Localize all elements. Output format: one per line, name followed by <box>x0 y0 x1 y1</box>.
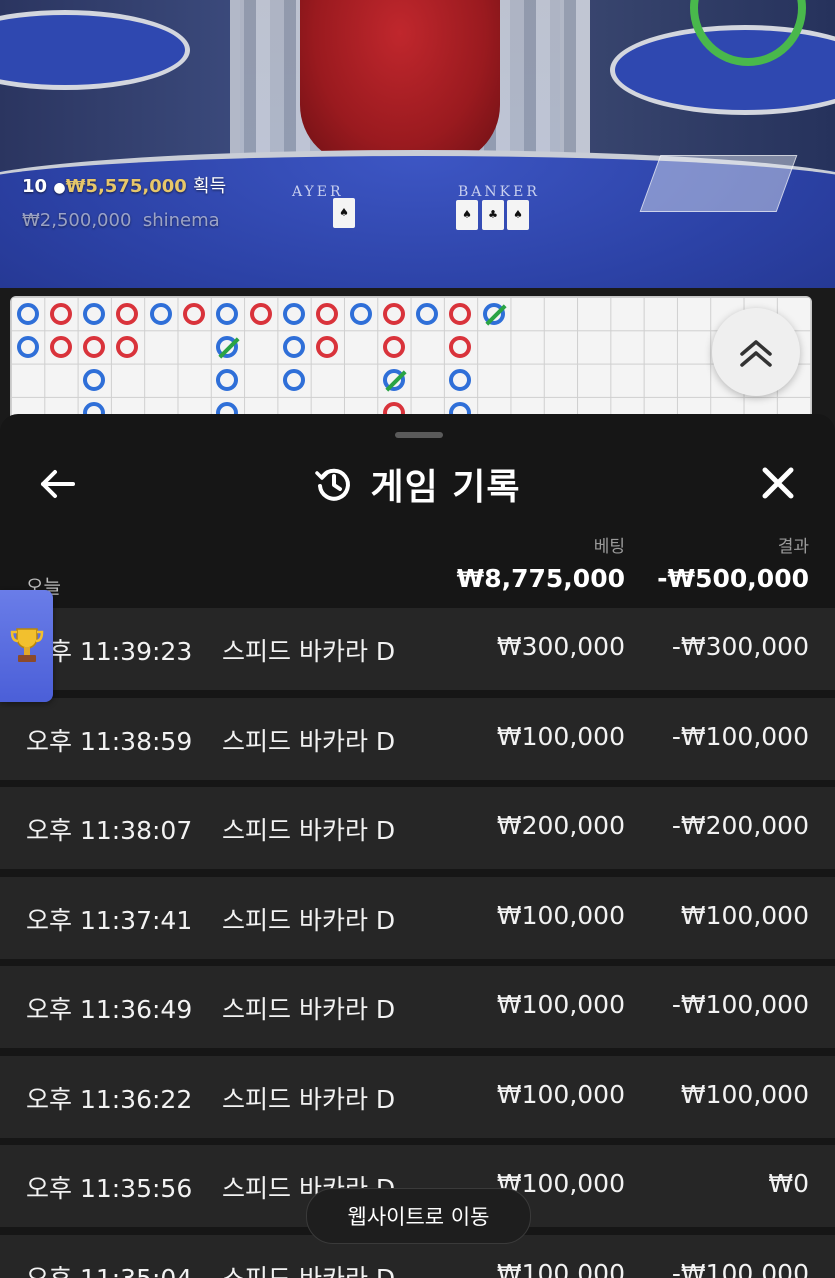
roadmap-bead-player <box>16 302 39 325</box>
win-suffix: 획득 <box>193 176 227 197</box>
dealer <box>300 0 500 165</box>
column-header-result: 결과 <box>777 537 809 557</box>
row-time: 오후 11:36:22 <box>26 1084 193 1114</box>
history-row[interactable]: 오후 11:36:22 스피드 바카라 D ₩100,000 ₩100,000 <box>0 1055 835 1138</box>
row-result: -₩100,000 <box>671 721 809 751</box>
daily-result-total: -₩500,000 <box>657 564 809 593</box>
roadmap-bead-player <box>349 302 372 325</box>
tie-mark <box>385 370 407 392</box>
trophy-tab-button[interactable] <box>0 590 53 702</box>
playing-card: ♠ <box>333 198 355 228</box>
history-row[interactable]: 오후 11:39:23 스피드 바카라 D ₩300,000 -₩300,000 <box>0 608 835 690</box>
page-title: 게임 기록 <box>370 467 521 508</box>
roadmap-bead-banker <box>382 335 405 358</box>
roadmap-bead-banker <box>449 335 472 358</box>
row-result: ₩100,000 <box>680 1079 809 1109</box>
roadmap-bead-player <box>83 302 106 325</box>
roadmap-bead-banker <box>183 302 205 325</box>
roadmap-bead-player <box>16 335 39 358</box>
column-header-bet: 베팅 <box>593 537 625 557</box>
playing-card: ♣ <box>482 200 504 230</box>
roadmap-bead-banker <box>116 335 139 358</box>
tie-mark <box>485 303 507 326</box>
winner-announcement: 10 ●₩5,575,000 획득 <box>22 172 226 198</box>
row-result: -₩200,000 <box>671 811 809 840</box>
row-bet: ₩100,000 <box>496 721 625 751</box>
history-row[interactable]: 오후 11:37:41 스피드 바카라 D ₩100,000 ₩100,000 <box>0 876 835 959</box>
row-result: ₩0 <box>768 1169 809 1198</box>
double-chevron-up-icon <box>740 340 772 367</box>
roadmap-bead-player <box>83 369 106 392</box>
row-time: 오후 11:36:49 <box>26 995 193 1024</box>
roadmap-bead-banker <box>316 335 339 358</box>
row-time: 오후 11:38:59 <box>26 726 193 756</box>
row-bet: ₩100,000 <box>496 1258 625 1278</box>
row-game: 스피드 바카라 D <box>222 637 396 666</box>
row-bet: ₩100,000 <box>496 1079 625 1109</box>
roadmap-bead-banker <box>83 335 106 358</box>
panel-header: 게임 기록 <box>0 454 835 514</box>
roadmap-bead-banker <box>116 302 139 325</box>
roadmap-bead-banker <box>316 302 339 325</box>
row-game: 스피드 바카라 D <box>222 1263 396 1278</box>
roadmap-bead-player <box>216 302 239 325</box>
row-bet: ₩100,000 <box>496 990 625 1019</box>
close-button[interactable] <box>757 462 799 504</box>
roadmap-bead-player <box>282 335 305 358</box>
row-time: 오후 11:35:56 <box>26 1174 193 1203</box>
row-game: 스피드 바카라 D <box>222 995 396 1024</box>
row-result: -₩300,000 <box>671 632 809 661</box>
roadmap-bead-banker <box>49 302 72 325</box>
trophy-icon <box>10 628 43 662</box>
row-result: ₩100,000 <box>680 900 809 930</box>
playing-card: ♠ <box>507 200 529 230</box>
roadmap-bead-player <box>416 302 439 325</box>
history-icon <box>315 468 351 501</box>
game-history-panel: 게임 기록 베팅 결과 오늘 ₩8,775,000 -₩500,000 오후 1… <box>0 414 835 1278</box>
history-row[interactable]: 오후 11:38:07 스피드 바카라 D ₩200,000 -₩200,000 <box>0 787 835 869</box>
roadmap-bead-banker <box>49 335 72 358</box>
close-icon <box>762 467 794 499</box>
row-time: 오후 11:35:04 <box>26 1263 193 1278</box>
player-bet-amount: ₩2,500,000 <box>22 210 132 231</box>
roadmap-bead-banker <box>249 302 272 325</box>
row-result: -₩100,000 <box>671 990 809 1019</box>
go-to-website-button[interactable]: 웹사이트로 이동 <box>306 1188 531 1244</box>
playing-card: ♠ <box>456 200 478 230</box>
row-result: -₩100,000 <box>671 1258 809 1278</box>
roadmap-bead-player <box>216 369 239 392</box>
row-game: 스피드 바카라 D <box>222 726 396 756</box>
roadmap-bead-tie <box>482 302 507 326</box>
felt-banker-label: BANKER <box>458 184 540 200</box>
row-time: 오후 11:37:41 <box>26 905 193 935</box>
roadmap-bead-banker <box>449 302 472 325</box>
roadmap-bead-tie <box>216 335 240 359</box>
row-game: 스피드 바카라 D <box>222 1084 396 1114</box>
history-row[interactable]: 오후 11:38:59 스피드 바카라 D ₩100,000 -₩100,000 <box>0 697 835 780</box>
row-game: 스피드 바카라 D <box>222 816 396 845</box>
roadmap-bead-tie <box>382 369 407 392</box>
win-amount: ₩5,575,000 <box>65 176 187 197</box>
drag-handle[interactable] <box>395 432 443 438</box>
win-count: 10 <box>22 176 48 197</box>
roadmap-bead-player <box>149 302 172 325</box>
player-name: shinema <box>142 210 220 231</box>
row-bet: ₩100,000 <box>496 900 625 930</box>
roadmap-bead-player <box>449 369 472 392</box>
roadmap-bead-player <box>282 302 305 325</box>
roadmap-bead-player <box>282 369 305 392</box>
roadmap-bead-banker <box>382 302 405 325</box>
tie-mark <box>218 337 240 359</box>
daily-bet-total: ₩8,775,000 <box>456 564 625 593</box>
history-row[interactable]: 오후 11:36:49 스피드 바카라 D ₩100,000 -₩100,000 <box>0 966 835 1048</box>
row-bet: ₩300,000 <box>496 632 625 661</box>
row-time: 오후 11:38:07 <box>26 816 193 845</box>
person-icon: ● <box>53 180 66 196</box>
roadmap-toggle-button[interactable] <box>712 308 800 396</box>
row-game: 스피드 바카라 D <box>222 905 396 935</box>
player-bet-line: ₩2,500,000 shinema <box>22 210 220 231</box>
row-bet: ₩200,000 <box>496 811 625 840</box>
card-shoe <box>639 155 798 212</box>
live-video-stream: AYER BANKER ♠ ♠ ♣ ♠ 10 ●₩5,575,000 획득 ₩2… <box>0 0 835 288</box>
